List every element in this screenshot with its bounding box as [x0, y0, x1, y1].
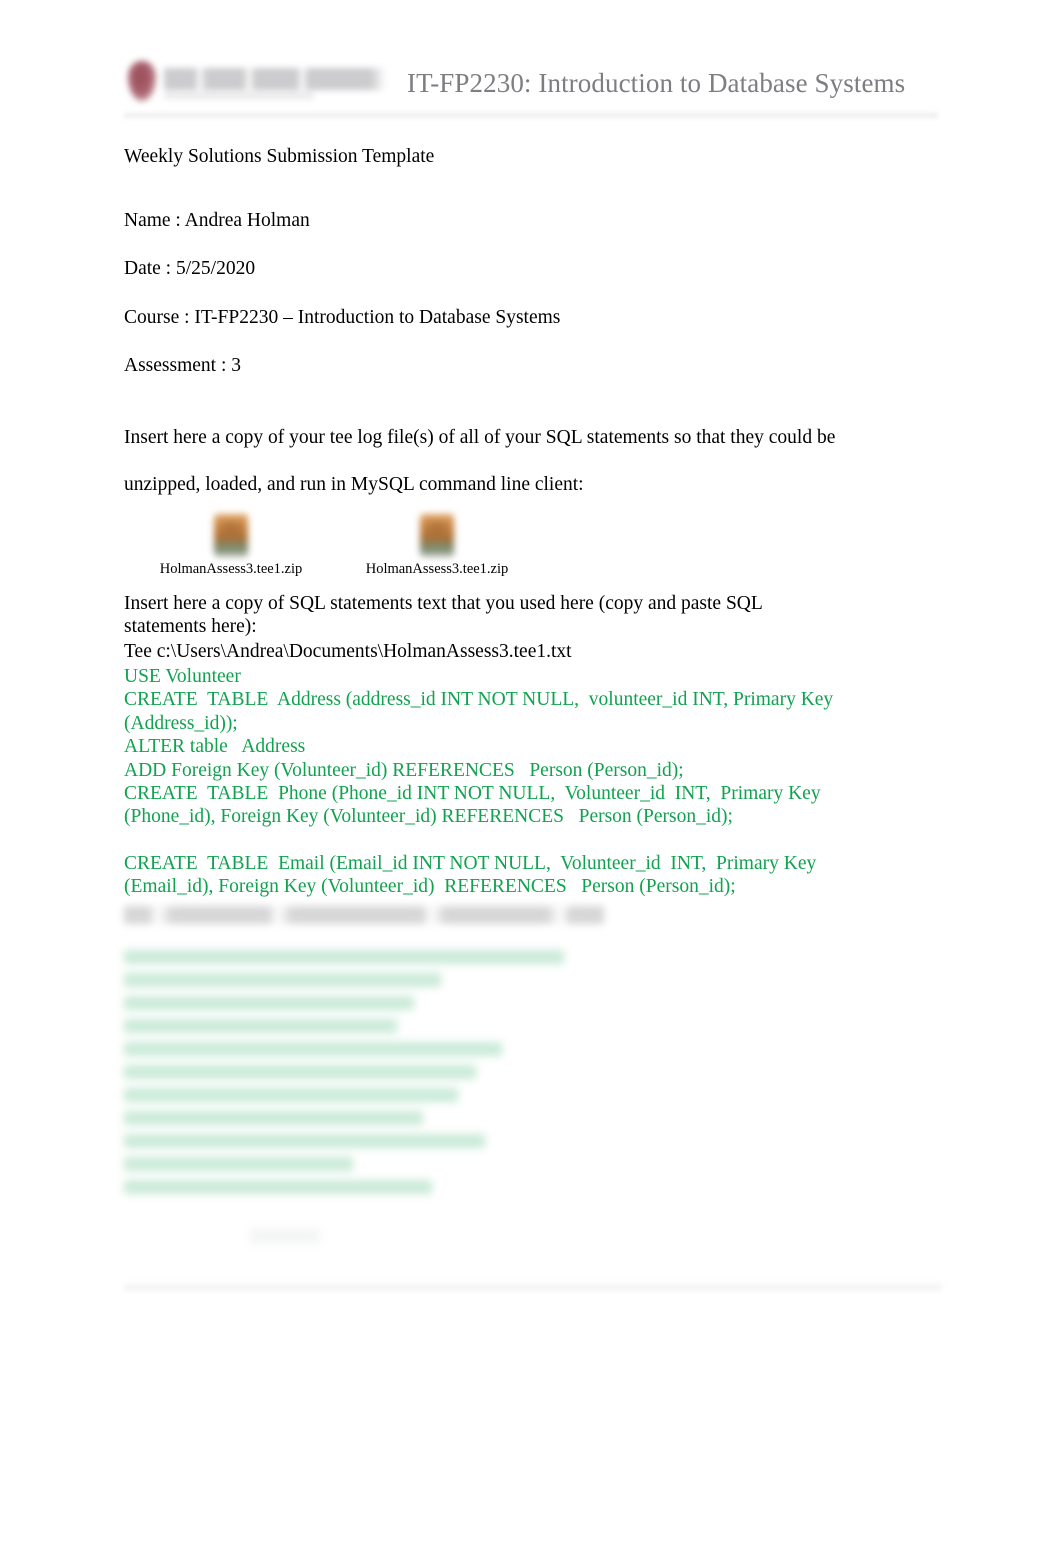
sql-line: CREATE TABLE Phone (Phone_id INT NOT NUL…: [124, 782, 821, 804]
footer-divider: [124, 1283, 942, 1292]
document-page: IT-FP2230: Introduction to Database Syst…: [0, 0, 1062, 1561]
obscured-trailing-mark: [250, 1228, 320, 1244]
sql-line: ADD Foreign Key (Volunteer_id) REFERENCE…: [124, 759, 684, 781]
obscured-sql-line: [124, 1157, 353, 1171]
logo-wordmark: [164, 68, 386, 90]
obscured-sql-line: [124, 1088, 459, 1102]
sql-line: CREATE TABLE Email (Email_id INT NOT NUL…: [124, 852, 817, 874]
attachment-label: HolmanAssess3.tee1.zip: [159, 561, 303, 577]
obscured-sql-line: [124, 1065, 476, 1079]
obscured-sql-block: [124, 950, 564, 1203]
obscured-sql-line: [124, 1042, 503, 1056]
header-divider: [124, 112, 938, 119]
attachment-label: HolmanAssess3.tee1.zip: [365, 561, 509, 577]
meta-field-date: Date : 5/25/2020: [124, 258, 256, 279]
instruction-line-1: Insert here a copy of your tee log file(…: [124, 427, 836, 448]
meta-field-name: Name : Andrea Holman: [124, 210, 310, 231]
sql-blank-line: [124, 829, 934, 852]
obscured-sql-line: [124, 1111, 424, 1125]
obscured-sql-line: [124, 1019, 397, 1033]
zip-file-icon[interactable]: [208, 512, 254, 560]
sql-code-block: USE Volunteer CREATE TABLE Address (addre…: [124, 665, 934, 899]
logo-subline: [164, 92, 314, 99]
sql-line: ALTER table Address: [124, 736, 306, 758]
page-title: Weekly Solutions Submission Template: [124, 146, 435, 167]
sql-line: (Address_id));: [124, 712, 238, 734]
obscured-sql-line: [124, 973, 441, 987]
course-title: IT-FP2230: Introduction to Database Syst…: [407, 67, 906, 98]
meta-field-assessment: Assessment : 3: [124, 355, 241, 376]
instruction-line-2: unzipped, loaded, and run in MySQL comma…: [124, 474, 584, 495]
capella-university-logo: [122, 56, 397, 110]
obscured-sql-line: [124, 1180, 432, 1194]
tee-log-path: Tee c:\Users\Andrea\Documents\HolmanAsse…: [124, 641, 572, 662]
sql-line: CREATE TABLE Address (address_id INT NOT…: [124, 689, 834, 711]
obscured-sql-line: [124, 996, 415, 1010]
sql-line: USE Volunteer: [124, 666, 241, 687]
obscured-sql-line: [124, 1134, 485, 1148]
attachment-item[interactable]: HolmanAssess3.tee1.zip: [352, 512, 522, 578]
sql-line: (Phone_id), Foreign Key (Volunteer_id) R…: [124, 806, 733, 828]
shield-icon: [128, 61, 156, 101]
meta-field-course: Course : IT-FP2230 – Introduction to Dat…: [124, 307, 561, 328]
sql-line: (Email_id), Foreign Key (Volunteer_id) R…: [124, 876, 736, 898]
attachment-item[interactable]: HolmanAssess3.tee1.zip: [146, 512, 316, 578]
obscured-tee-path: [124, 906, 604, 924]
attachment-list: HolmanAssess3.tee1.zip HolmanAssess3.tee…: [146, 512, 566, 586]
document-header: IT-FP2230: Introduction to Database Syst…: [122, 52, 940, 114]
sql-section-prompt: Insert here a copy of SQL statements tex…: [124, 593, 763, 638]
obscured-sql-line: [124, 950, 564, 964]
zip-file-icon[interactable]: [414, 512, 460, 560]
